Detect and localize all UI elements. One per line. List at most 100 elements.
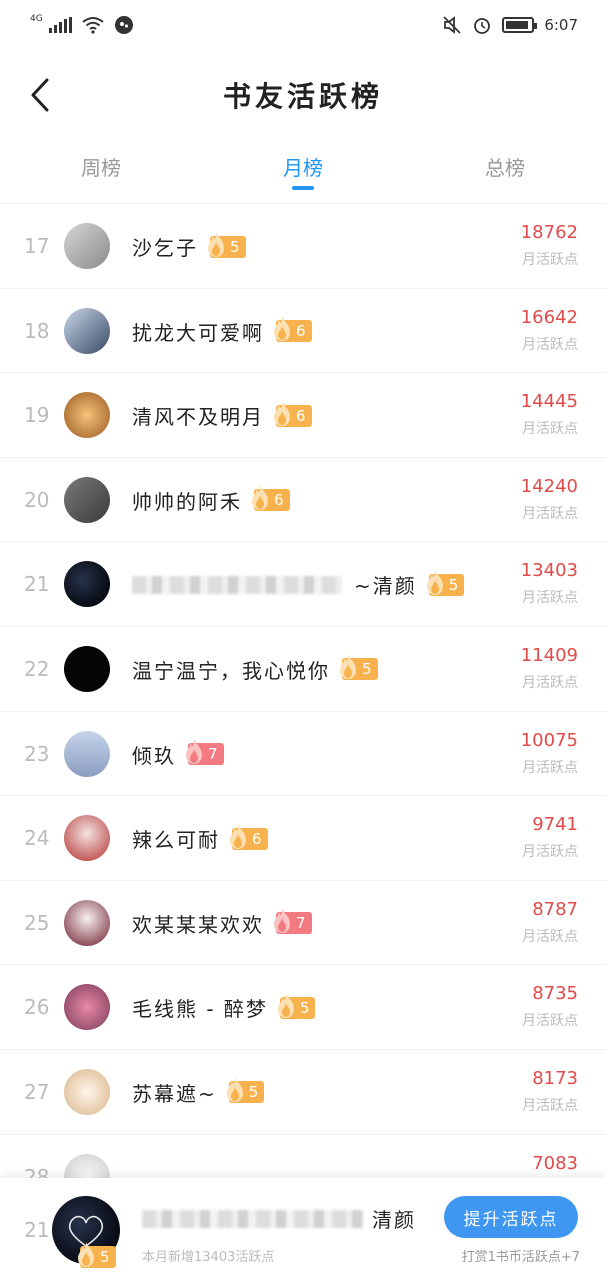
tab-weekly-label: 周榜 [81, 156, 121, 180]
user-name: 辣么可耐 [132, 828, 220, 853]
flame-icon [78, 1242, 94, 1267]
points-label: 月活跃点 [522, 1013, 578, 1030]
tab-weekly[interactable]: 周榜 [0, 142, 202, 202]
level-value: 5 [248, 1083, 259, 1102]
level-value: 6 [296, 322, 306, 341]
avatar[interactable] [64, 223, 110, 269]
tab-indicator [292, 186, 314, 190]
my-monthly-summary: 本月新增13403活跃点 [142, 1250, 275, 1265]
list-item[interactable]: 24 辣么可耐 6 9741 月活跃点 [0, 795, 606, 880]
points-block: 14445 月活跃点 [521, 391, 578, 438]
user-name: 扰龙大可爱啊 [132, 320, 264, 345]
level-value: 7 [296, 914, 306, 933]
user-name-line: 辣么可耐 6 [132, 823, 268, 853]
user-name: ~清颜 [354, 574, 417, 599]
avatar[interactable] [64, 984, 110, 1031]
user-name-line: 温宁温宁，我心悦你 5 [132, 654, 378, 684]
list-item[interactable]: 19 清风不及明月 6 14445 月活跃点 [0, 372, 606, 457]
rank-number: 19 [24, 403, 50, 428]
list-item[interactable]: 27 苏幕遮~ 5 8173 月活跃点 [0, 1048, 606, 1134]
user-name-line: ~清颜 5 [132, 569, 465, 599]
points-value: 8735 [532, 983, 578, 1005]
list-item[interactable]: 20 帅帅的阿禾 6 14240 月活跃点 [0, 456, 606, 542]
status-left: 4G [30, 14, 134, 35]
points-value: 10075 [520, 729, 578, 751]
status-right: 6:07 [442, 15, 578, 35]
list-item[interactable]: 23 倾玖 7 10075 月活跃点 [0, 710, 606, 796]
level-badge: 6 [252, 485, 290, 512]
user-name: 毛线熊 - 醉梦 [132, 997, 268, 1022]
points-label: 月活跃点 [522, 928, 578, 945]
points-label: 月活跃点 [522, 844, 578, 861]
points-block: 8173 月活跃点 [522, 1068, 578, 1115]
flame-icon [274, 908, 290, 934]
rank-number: 25 [24, 910, 50, 935]
points-label: 月活跃点 [522, 674, 578, 691]
flame-icon [340, 654, 356, 680]
battery-icon [502, 17, 538, 33]
rank-number: 26 [24, 995, 50, 1020]
list-item[interactable]: 17 沙乞子 5 18762 月活跃点 [0, 203, 606, 288]
my-rank: 21 [24, 1218, 50, 1242]
flame-icon [277, 992, 294, 1018]
back-button[interactable] [20, 70, 60, 120]
points-block: 14240 月活跃点 [521, 476, 578, 523]
flame-icon [274, 400, 290, 426]
points-value: 11409 [520, 644, 578, 666]
points-value: 7083 [532, 1152, 578, 1174]
level-value: 7 [208, 745, 218, 764]
rank-number: 22 [24, 656, 50, 681]
tab-monthly[interactable]: 月榜 [202, 142, 404, 202]
tab-total-label: 总榜 [485, 156, 525, 180]
points-value: 9741 [532, 814, 578, 836]
points-label: 月活跃点 [522, 421, 578, 438]
flame-icon [208, 231, 224, 257]
back-arrow-icon [31, 78, 49, 112]
my-name: 清颜 [372, 1208, 416, 1232]
user-name-line: 欢某某某欢欢 7 [132, 908, 312, 938]
list-item[interactable]: 21 ~清颜 5 13403 月活跃点 [0, 541, 606, 626]
avatar[interactable] [64, 476, 110, 523]
list-item[interactable]: 26 毛线熊 - 醉梦 5 8735 月活跃点 [0, 964, 606, 1049]
level-badge: 5 [340, 654, 378, 681]
points-value: 13403 [520, 560, 578, 582]
avatar[interactable] [64, 815, 110, 862]
level-badge: 5 [208, 231, 246, 258]
tab-monthly-label: 月榜 [283, 156, 323, 180]
avatar[interactable] [64, 561, 110, 608]
level-badge: 7 [186, 739, 224, 766]
points-value: 18762 [520, 222, 578, 243]
rank-number: 27 [24, 1079, 50, 1104]
points-block: 8735 月活跃点 [522, 983, 578, 1030]
avatar[interactable] [64, 899, 110, 946]
flame-icon [186, 739, 202, 765]
avatar[interactable] [64, 392, 110, 439]
points-block: 16642 月活跃点 [521, 307, 578, 354]
boost-activity-button[interactable]: 提升活跃点 [444, 1196, 578, 1238]
level-badge: 5 [426, 569, 465, 596]
avatar[interactable] [64, 307, 110, 354]
signal-icon [48, 17, 72, 33]
list-item[interactable]: 25 欢某某某欢欢 7 8787 月活跃点 [0, 879, 606, 965]
rank-number: 20 [24, 487, 50, 512]
avatar[interactable] [64, 1068, 110, 1115]
list-item[interactable]: 22 温宁温宁，我心悦你 5 11409 月活跃点 [0, 625, 606, 711]
blurred-name [132, 575, 342, 594]
level-value: 6 [296, 406, 306, 425]
list-item[interactable]: 18 扰龙大可爱啊 6 16642 月活跃点 [0, 287, 606, 373]
app-notification-icon [114, 16, 133, 34]
reward-hint: 打赏1书币活跃点+7 [461, 1250, 580, 1265]
points-label: 月活跃点 [522, 336, 578, 353]
user-name-line: 倾玖 7 [132, 739, 224, 769]
avatar[interactable] [64, 730, 110, 777]
level-badge: 6 [274, 400, 312, 427]
points-block: 13403 月活跃点 [521, 560, 578, 607]
rank-number: 21 [24, 572, 50, 597]
tab-total[interactable]: 总榜 [404, 142, 606, 202]
user-name: 清风不及明月 [132, 405, 264, 430]
user-name: 欢某某某欢欢 [132, 912, 264, 937]
rank-number: 17 [24, 234, 50, 258]
avatar[interactable] [64, 645, 110, 692]
user-name: 温宁温宁，我心悦你 [132, 658, 330, 683]
flame-icon [426, 569, 443, 595]
